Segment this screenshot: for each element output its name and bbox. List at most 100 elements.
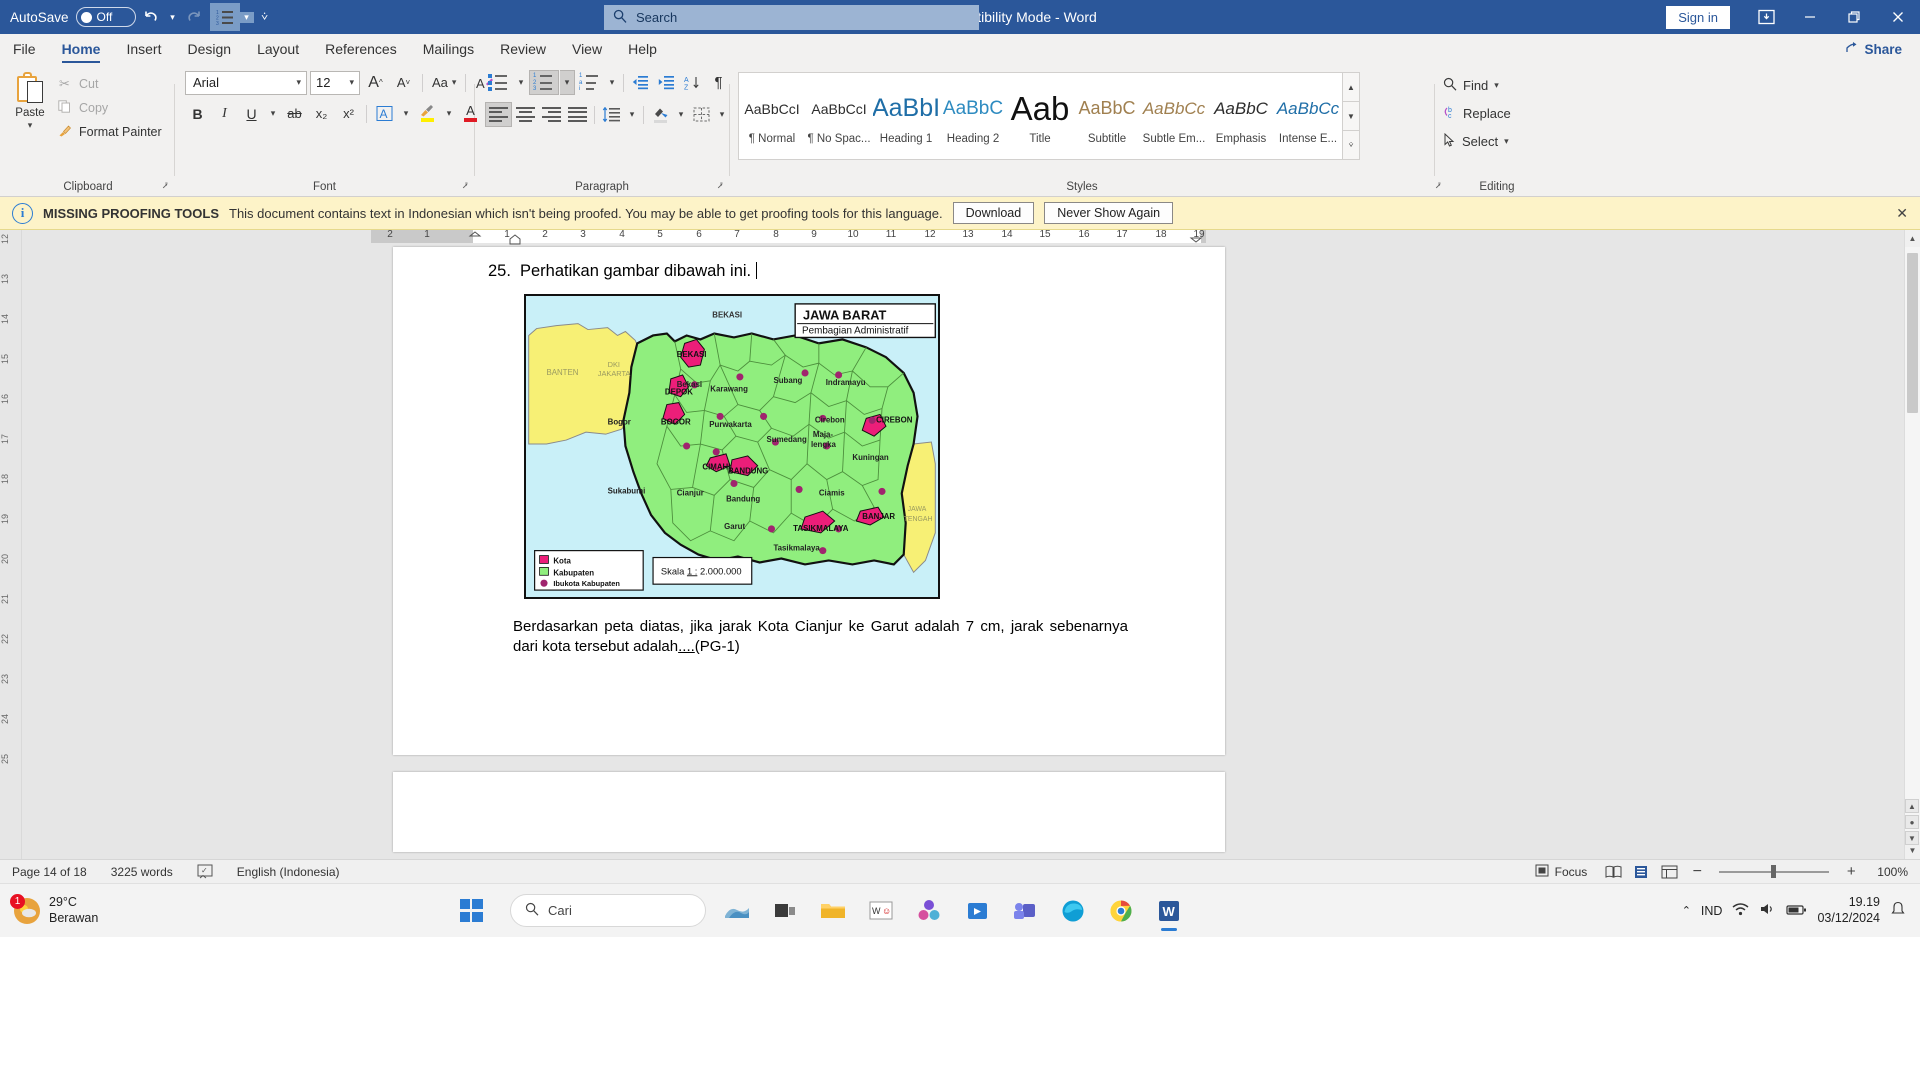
vertical-scrollbar[interactable]: ▲ ▲ ● ▼ ▼ — [1904, 230, 1920, 859]
print-layout-icon[interactable] — [1627, 860, 1655, 884]
previous-page-icon[interactable]: ▲ — [1905, 799, 1919, 813]
word-count[interactable]: 3225 words — [99, 860, 185, 884]
cut-button[interactable]: ✂ Cut — [56, 73, 168, 94]
paste-button[interactable]: Paste ▾ — [4, 70, 56, 131]
zoom-level[interactable]: 100% — [1865, 860, 1920, 884]
chrome-icon[interactable] — [1100, 889, 1142, 933]
underline-dropdown-icon[interactable]: ▾ — [266, 101, 280, 126]
numbering-icon[interactable]: 123 — [529, 70, 559, 95]
tab-review[interactable]: Review — [487, 34, 559, 64]
undo-dropdown-icon[interactable]: ▾ — [166, 12, 180, 23]
chevron-down-icon[interactable]: ▼ — [1343, 102, 1359, 131]
paste-dropdown-icon[interactable]: ▾ — [28, 120, 33, 131]
tab-file[interactable]: File — [0, 34, 49, 64]
word-icon[interactable]: W — [1148, 889, 1190, 933]
store-icon[interactable] — [956, 889, 998, 933]
weather-widget[interactable]: 1 29°C Berawan — [0, 893, 250, 926]
search-box[interactable]: Search — [604, 5, 979, 30]
dialog-launcher-icon[interactable]: ⭷ — [717, 179, 723, 195]
battery-icon[interactable] — [1786, 903, 1807, 919]
app-icon[interactable]: W ☺ — [860, 889, 902, 933]
browse-object-icon[interactable]: ● — [1905, 815, 1919, 829]
highlight-dropdown-icon[interactable]: ▾ — [442, 101, 456, 126]
next-page-icon[interactable]: ▼ — [1905, 831, 1919, 845]
style-no-spacing[interactable]: AaBbCcI ¶ No Spac... — [806, 73, 873, 159]
find-dropdown-icon[interactable]: ▾ — [1494, 80, 1499, 91]
close-icon[interactable] — [1876, 0, 1920, 34]
ribbon-display-options-icon[interactable] — [1744, 0, 1788, 34]
document-page-next[interactable] — [393, 772, 1225, 852]
autosave-toggle[interactable]: Off — [75, 7, 136, 27]
borders-dropdown-icon[interactable]: ▾ — [715, 102, 729, 127]
style-intense-emphasis[interactable]: AaBbCc Intense E... — [1275, 73, 1342, 159]
line-spacing-icon[interactable] — [599, 102, 624, 127]
text-highlight-icon[interactable] — [415, 101, 440, 126]
web-layout-icon[interactable] — [1655, 860, 1683, 884]
line-spacing-dropdown-icon[interactable]: ▾ — [625, 102, 639, 127]
task-view-icon[interactable] — [764, 889, 806, 933]
never-show-again-button[interactable]: Never Show Again — [1044, 202, 1174, 224]
style-title[interactable]: Aab Title — [1007, 73, 1074, 159]
scrollbar-thumb[interactable] — [1907, 253, 1918, 413]
multilevel-list-icon[interactable]: 1ai — [576, 70, 604, 95]
superscript-button[interactable]: x² — [336, 101, 361, 126]
sort-icon[interactable]: AZ — [680, 70, 705, 95]
zoom-out-icon[interactable]: − — [1683, 860, 1711, 884]
page-indicator[interactable]: Page 14 of 18 — [0, 860, 99, 884]
shrink-font-icon[interactable]: A ˅ — [391, 70, 416, 95]
language-indicator[interactable]: English (Indonesia) — [225, 860, 352, 884]
right-indent-marker[interactable] — [1188, 232, 1204, 244]
undo-icon[interactable] — [136, 3, 166, 31]
sign-in-button[interactable]: Sign in — [1666, 5, 1730, 29]
copy-button[interactable]: Copy — [56, 97, 168, 118]
more-styles-icon[interactable]: ⩒ — [1343, 131, 1359, 159]
taskbar-search-input[interactable]: Cari — [510, 894, 706, 927]
shading-dropdown-icon[interactable]: ▾ — [674, 102, 688, 127]
strikethrough-button[interactable]: ab — [282, 101, 307, 126]
find-button[interactable]: Find ▾ — [1443, 74, 1499, 97]
subscript-button[interactable]: x₂ — [309, 101, 334, 126]
left-indent-marker[interactable] — [507, 234, 523, 246]
bullets-icon[interactable] — [485, 70, 513, 95]
multilevel-dropdown-icon[interactable]: ▾ — [605, 70, 619, 95]
grow-font-icon[interactable]: A ^ — [363, 70, 388, 95]
text-effects-icon[interactable]: A — [372, 101, 397, 126]
first-line-indent-marker[interactable] — [466, 230, 484, 246]
restore-icon[interactable] — [1832, 0, 1876, 34]
align-right-icon[interactable] — [539, 102, 564, 127]
horizontal-ruler[interactable]: 2 1 1 2 3 4 5 6 7 8 9 10 11 12 13 14 15 … — [22, 230, 1920, 247]
input-method-indicator[interactable]: IND — [1701, 904, 1723, 918]
chevron-up-icon[interactable]: ▲ — [1343, 73, 1359, 102]
customize-qat-icon[interactable]: ⩒ — [254, 11, 276, 24]
shading-icon[interactable] — [648, 102, 673, 127]
volume-icon[interactable] — [1759, 902, 1776, 919]
minimize-icon[interactable] — [1788, 0, 1832, 34]
numbering-dropdown-icon[interactable]: ▾ — [239, 11, 254, 23]
decrease-indent-icon[interactable] — [628, 70, 653, 95]
teams-icon[interactable] — [1004, 889, 1046, 933]
zoom-slider[interactable] — [1719, 860, 1830, 884]
font-name-combo[interactable]: Arial ▾ — [185, 70, 307, 95]
tab-mailings[interactable]: Mailings — [410, 34, 487, 64]
document-page[interactable]: 25. Perhatikan gambar dibawah ini. BEKAS… — [393, 247, 1225, 755]
photos-icon[interactable] — [908, 889, 950, 933]
tab-view[interactable]: View — [559, 34, 615, 64]
replace-button[interactable]: bc Replace — [1443, 102, 1511, 125]
widgets-icon[interactable] — [716, 889, 758, 933]
map-image[interactable]: BEKASI BANTEN DKI JAKARTA JAWA TENGAH BE… — [524, 294, 940, 599]
underline-button[interactable]: U — [239, 101, 264, 126]
dialog-launcher-icon[interactable]: ⭷ — [462, 179, 468, 195]
italic-button[interactable]: I — [212, 101, 237, 126]
select-button[interactable]: Select ▾ — [1443, 130, 1509, 153]
style-heading-1[interactable]: AaBbI Heading 1 — [873, 73, 940, 159]
share-button[interactable]: Share — [1837, 37, 1910, 61]
edge-icon[interactable] — [1052, 889, 1094, 933]
tab-layout[interactable]: Layout — [244, 34, 312, 64]
style-normal[interactable]: AaBbCcI ¶ Normal — [739, 73, 806, 159]
numbering-dropdown-icon[interactable]: ▾ — [560, 70, 575, 95]
font-size-combo[interactable]: 12 ▾ — [310, 70, 360, 95]
borders-icon[interactable] — [689, 102, 714, 127]
text-effects-dropdown-icon[interactable]: ▾ — [399, 101, 413, 126]
clock[interactable]: 19.19 03/12/2024 — [1817, 895, 1880, 926]
tab-design[interactable]: Design — [174, 34, 244, 64]
